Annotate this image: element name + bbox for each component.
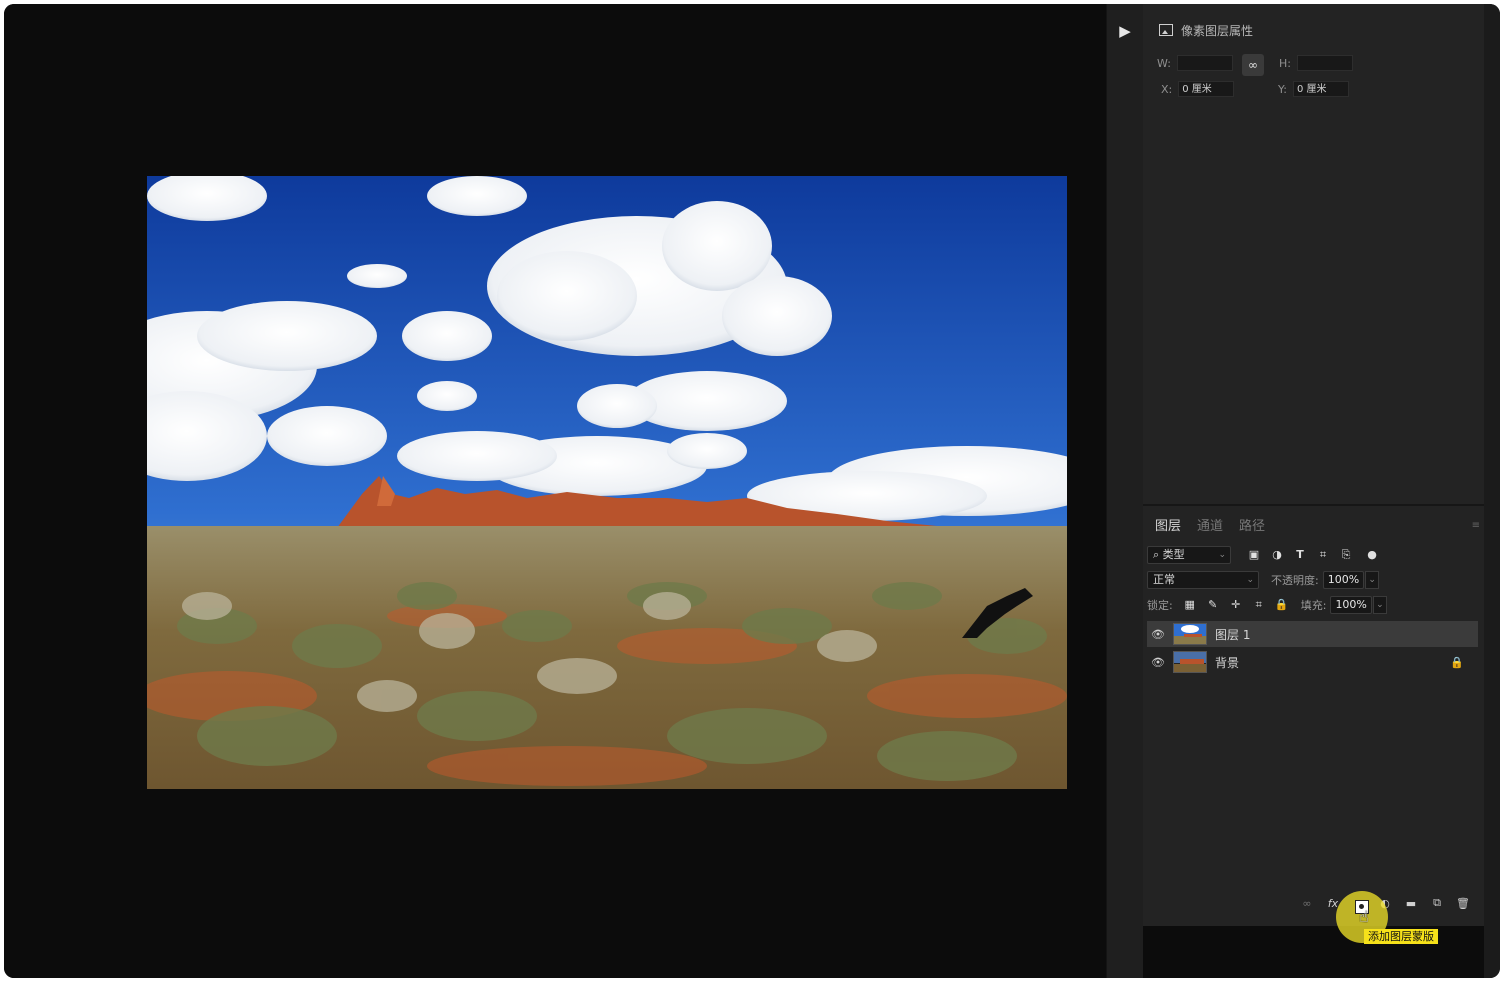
photoshop-window: ▶ 像素图层属性 W: H: X: 0 厘米 Y: 0 厘米 ∞ 图层 通道 路… bbox=[4, 4, 1500, 978]
filter-kind-select[interactable]: ⌕ 类型 ⌄ bbox=[1147, 546, 1231, 564]
layer-thumbnail bbox=[1173, 651, 1207, 673]
visibility-eye-icon[interactable]: 👁 bbox=[1147, 628, 1169, 641]
filter-pixel-icon[interactable]: ▣ bbox=[1245, 546, 1263, 564]
tooltip: 添加图层蒙版 bbox=[1364, 929, 1438, 944]
filter-toggle-icon[interactable]: ● bbox=[1363, 546, 1381, 564]
lock-transparent-icon[interactable]: ▦ bbox=[1181, 596, 1199, 614]
properties-panel: 像素图层属性 W: H: X: 0 厘米 Y: 0 厘米 bbox=[1143, 4, 1484, 504]
new-group-folder-icon[interactable]: ▬ bbox=[1402, 897, 1420, 910]
x-label: X: bbox=[1161, 82, 1173, 96]
document-canvas[interactable] bbox=[4, 4, 1106, 978]
fill-label: 填充: bbox=[1300, 599, 1327, 612]
layers-footer-toolbar: ∞ fx ◐ ▬ ⧉ 🗑 bbox=[1143, 890, 1484, 916]
width-field[interactable] bbox=[1176, 55, 1233, 71]
fill-dropdown-icon[interactable]: ⌄ bbox=[1372, 596, 1387, 614]
opacity-label: 不透明度: bbox=[1271, 574, 1319, 587]
blend-mode-select[interactable]: 正常 ⌄ bbox=[1147, 571, 1259, 589]
height-row: H: bbox=[1279, 55, 1353, 71]
panel-menu-icon[interactable]: ≡ bbox=[1472, 520, 1480, 531]
hand-pointer-icon: ☝ bbox=[1359, 907, 1369, 926]
blend-mode-value: 正常 bbox=[1153, 573, 1175, 586]
tab-paths[interactable]: 路径 bbox=[1239, 515, 1265, 534]
tab-channels[interactable]: 通道 bbox=[1197, 515, 1223, 534]
landscape-photo[interactable] bbox=[147, 176, 1067, 789]
chevron-down-icon: ⌄ bbox=[1246, 575, 1254, 585]
width-label: W: bbox=[1157, 56, 1171, 70]
play-icon[interactable]: ▶ bbox=[1107, 18, 1143, 44]
layer-lock-icon[interactable]: 🔒 bbox=[1450, 656, 1464, 669]
layer-row-background[interactable]: 👁 背景 🔒 bbox=[1147, 649, 1478, 675]
search-icon: ⌕ bbox=[1153, 548, 1160, 561]
lock-label: 锁定: bbox=[1147, 599, 1173, 612]
fill-input[interactable]: 100% bbox=[1330, 596, 1372, 614]
properties-title: 像素图层属性 bbox=[1181, 23, 1254, 38]
visibility-eye-icon[interactable]: 👁 bbox=[1147, 656, 1169, 669]
y-label: Y: bbox=[1278, 82, 1287, 96]
x-field[interactable]: 0 厘米 bbox=[1178, 81, 1235, 97]
new-layer-icon[interactable]: ⧉ bbox=[1428, 896, 1446, 910]
opacity-input[interactable]: 100% bbox=[1322, 571, 1365, 589]
lock-pixels-icon[interactable]: ✎ bbox=[1204, 596, 1222, 614]
properties-header: 像素图层属性 bbox=[1143, 16, 1484, 44]
filter-adjustment-icon[interactable]: ◑ bbox=[1268, 546, 1286, 564]
layers-panel: 图层 通道 路径 ≡ ⌕ 类型 ⌄ ▣ ◑ T ⌗ ⎘ ● 正常 ⌄ 不透明度:… bbox=[1143, 504, 1484, 926]
y-field[interactable]: 0 厘米 bbox=[1292, 81, 1349, 97]
filter-type-icon[interactable]: T bbox=[1291, 546, 1309, 564]
tab-layers[interactable]: 图层 bbox=[1155, 515, 1181, 534]
filter-smart-object-icon[interactable]: ⎘ bbox=[1337, 546, 1355, 564]
lock-position-icon[interactable]: ✛ bbox=[1227, 596, 1245, 614]
filter-row: ⌕ 类型 ⌄ ▣ ◑ T ⌗ ⎘ ● bbox=[1147, 546, 1381, 564]
opacity-dropdown-icon[interactable]: ⌄ bbox=[1365, 571, 1380, 589]
panel-scrollbar[interactable] bbox=[1484, 4, 1500, 978]
layer-name: 背景 bbox=[1215, 655, 1240, 670]
layer-thumbnail bbox=[1173, 623, 1207, 645]
image-icon bbox=[1159, 24, 1173, 36]
link-layers-icon[interactable]: ∞ bbox=[1298, 897, 1316, 910]
chevron-down-icon: ⌄ bbox=[1218, 550, 1226, 560]
layer-name: 图层 1 bbox=[1215, 627, 1251, 642]
lock-row: 锁定: ▦ ✎ ✛ ⌗ 🔒 填充: 100% ⌄ bbox=[1147, 596, 1387, 614]
collapsed-panel-strip: ▶ bbox=[1106, 4, 1143, 978]
filter-shape-icon[interactable]: ⌗ bbox=[1314, 546, 1332, 564]
height-field[interactable] bbox=[1296, 55, 1353, 71]
lock-artboard-icon[interactable]: ⌗ bbox=[1250, 596, 1268, 614]
blend-row: 正常 ⌄ 不透明度: 100% ⌄ bbox=[1147, 571, 1380, 589]
x-row: X: 0 厘米 bbox=[1161, 81, 1235, 97]
layer-row-layer-1[interactable]: 👁 图层 1 bbox=[1147, 621, 1478, 647]
lock-all-icon[interactable]: 🔒 bbox=[1273, 596, 1291, 614]
filter-kind-value: 类型 bbox=[1162, 548, 1185, 561]
layers-tabs: 图层 通道 路径 bbox=[1143, 510, 1269, 538]
trash-icon[interactable]: 🗑 bbox=[1454, 897, 1472, 910]
width-row: W: bbox=[1157, 55, 1233, 71]
y-row: Y: 0 厘米 bbox=[1278, 81, 1349, 97]
height-label: H: bbox=[1279, 56, 1291, 70]
link-icon[interactable]: ∞ bbox=[1242, 54, 1264, 76]
